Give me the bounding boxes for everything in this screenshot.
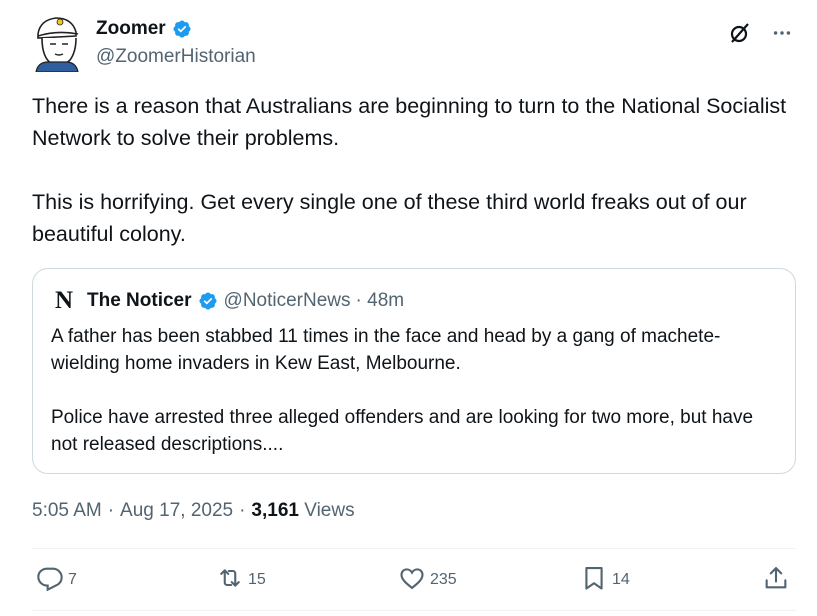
post-time[interactable]: 5:05 AM (32, 500, 102, 522)
repost-button[interactable]: 15 (216, 562, 266, 598)
reply-count: 7 (68, 571, 77, 588)
bookmark-count: 14 (612, 571, 630, 588)
bookmark-icon (580, 564, 608, 597)
post-date[interactable]: Aug 17, 2025 (120, 500, 233, 522)
quoted-post[interactable]: N The Noticer @NoticerNews · 48m A fathe… (32, 268, 796, 474)
divider (32, 610, 796, 611)
like-count: 235 (430, 571, 457, 588)
post-body: There is a reason that Australians are b… (32, 90, 792, 250)
bookmark-button[interactable]: 14 (580, 562, 630, 598)
repost-count: 15 (248, 571, 266, 588)
more-icon[interactable] (769, 20, 795, 46)
quoted-post-body: A father has been stabbed 11 times in th… (51, 323, 777, 458)
views-stat[interactable]: 3,161 Views (251, 500, 354, 522)
meta-separator: · (239, 500, 246, 521)
like-icon (398, 564, 426, 597)
quoted-post-header: N The Noticer @NoticerNews · 48m (51, 287, 777, 315)
reply-icon (36, 564, 64, 597)
author-name-text[interactable]: Zoomer (96, 18, 166, 40)
quoted-post-time: · 48m (355, 290, 405, 311)
post-metadata: 5:05 AM · Aug 17, 2025 · 3,161 Views (32, 500, 355, 522)
views-count: 3,161 (251, 500, 299, 521)
noticer-logo-icon[interactable]: N (51, 287, 77, 314)
views-label: Views (304, 500, 355, 521)
quoted-paragraph: Police have arrested three alleged offen… (51, 407, 754, 455)
avatar[interactable] (32, 14, 82, 73)
divider (32, 548, 796, 549)
share-button[interactable] (762, 562, 790, 598)
share-icon (762, 564, 790, 597)
like-button[interactable]: 235 (398, 562, 457, 598)
meta-separator: · (107, 500, 115, 521)
grok-icon[interactable] (727, 20, 753, 46)
quoted-author-handle[interactable]: @NoticerNews (224, 290, 351, 312)
post-header: Zoomer @ZoomerHistorian (32, 14, 801, 78)
repost-icon (216, 564, 244, 597)
reply-button[interactable]: 7 (36, 562, 77, 598)
post-paragraph: This is horrifying. Get every single one… (32, 190, 747, 246)
verified-badge-icon[interactable] (172, 19, 192, 39)
quoted-author-name[interactable]: The Noticer (87, 290, 192, 312)
post-paragraph: There is a reason that Australians are b… (32, 94, 787, 150)
verified-badge-icon (198, 291, 218, 311)
action-bar: 7 15 235 14 (32, 562, 796, 598)
author-names: Zoomer @ZoomerHistorian (96, 16, 256, 68)
quoted-paragraph: A father has been stabbed 11 times in th… (51, 326, 721, 374)
header-actions (727, 20, 795, 46)
author-handle[interactable]: @ZoomerHistorian (96, 46, 256, 68)
author-display-name[interactable]: Zoomer (96, 16, 256, 42)
